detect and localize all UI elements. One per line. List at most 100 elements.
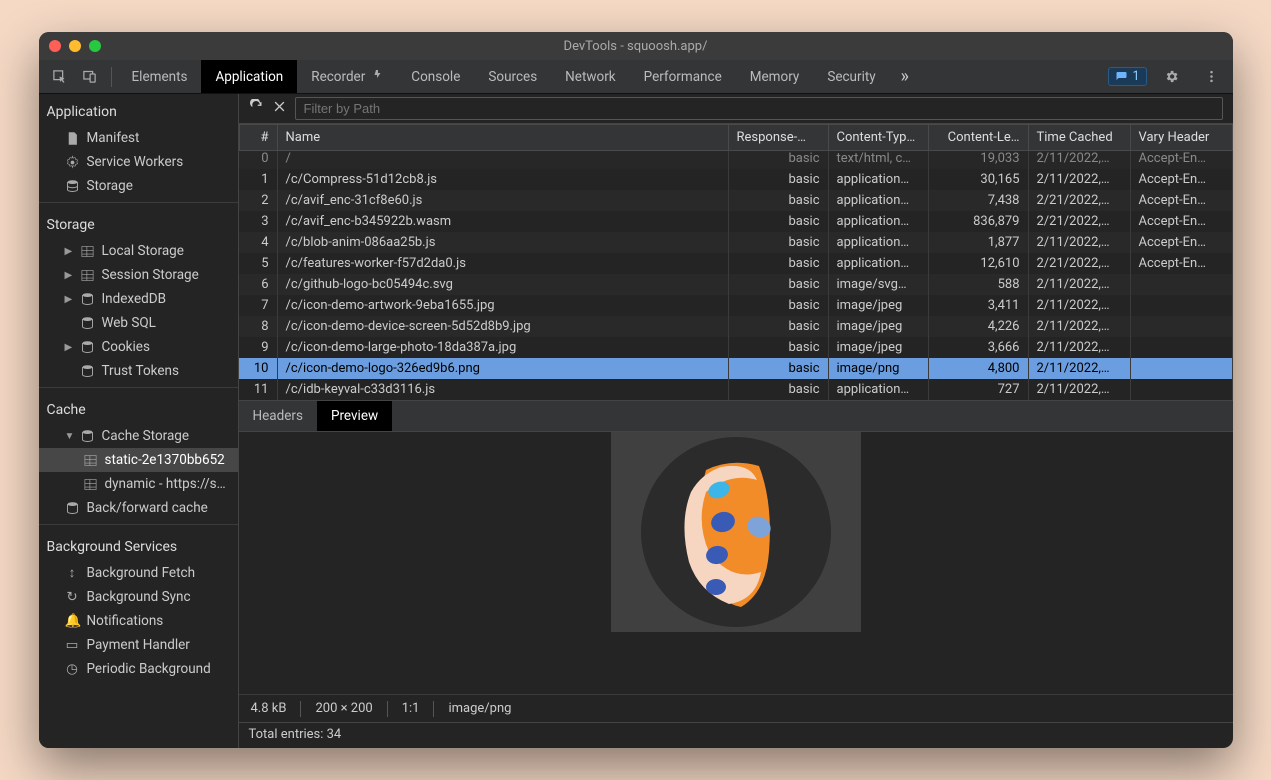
sidebar-item-bfcache[interactable]: Back/forward cache	[39, 496, 238, 520]
sidebar-item-background-fetch[interactable]: ↕Background Fetch	[39, 561, 238, 585]
column-header[interactable]: Content-Typ…	[828, 125, 928, 151]
table-row[interactable]: 1/c/Compress-51d12cb8.jsbasicapplication…	[239, 169, 1232, 190]
table-row[interactable]: 8/c/icon-demo-device-screen-5d52d8b9.jpg…	[239, 316, 1232, 337]
tab-memory[interactable]: Memory	[736, 60, 814, 93]
table-row[interactable]: 9/c/icon-demo-large-photo-18da387a.jpgba…	[239, 337, 1232, 358]
squoosh-logo-icon	[641, 437, 831, 627]
sidebar-item-indexeddb[interactable]: ▶IndexedDB	[39, 287, 238, 311]
sidebar-group-cache: Cache	[39, 392, 238, 424]
tab-elements[interactable]: Elements	[118, 60, 202, 93]
issues-icon	[1115, 71, 1128, 83]
preview-zoom: 1:1	[402, 701, 420, 716]
sidebar-item-cache-storage[interactable]: ▼Cache Storage	[39, 424, 238, 448]
sidebar-item-background-sync[interactable]: ↻Background Sync	[39, 585, 238, 609]
tab-network[interactable]: Network	[551, 60, 629, 93]
clear-icon[interactable]	[272, 99, 287, 118]
tab-sources[interactable]: Sources	[474, 60, 551, 93]
preview-area	[239, 432, 1233, 694]
table-row[interactable]: 4/c/blob-anim-086aa25b.jsbasicapplicatio…	[239, 232, 1232, 253]
tab-console[interactable]: Console	[397, 60, 474, 93]
preview-size: 4.8 kB	[251, 701, 287, 716]
settings-icon[interactable]	[1159, 64, 1185, 90]
detail-tabs: HeadersPreview	[239, 401, 1233, 432]
filter-bar	[239, 94, 1233, 124]
sidebar-item-payment-handler[interactable]: ▭Payment Handler	[39, 633, 238, 657]
column-header[interactable]: Response-…	[728, 125, 828, 151]
titlebar: DevTools - squoosh.app/	[39, 32, 1233, 60]
sidebar-item-session-storage[interactable]: ▶Session Storage	[39, 263, 238, 287]
table-row[interactable]: 5/c/features-worker-f57d2da0.jsbasicappl…	[239, 253, 1232, 274]
table-row[interactable]: 7/c/icon-demo-artwork-9eba1655.jpgbasici…	[239, 295, 1232, 316]
sidebar-item-cookies[interactable]: ▶Cookies	[39, 335, 238, 359]
tab-application[interactable]: Application	[201, 60, 297, 93]
sidebar-group-bg-services: Background Services	[39, 529, 238, 561]
sidebar-item-notifications[interactable]: 🔔Notifications	[39, 609, 238, 633]
column-header[interactable]: Name	[277, 125, 728, 151]
table-row[interactable]: 6/c/github-logo-bc05494c.svgbasicimage/s…	[239, 274, 1232, 295]
tab-recorder[interactable]: Recorder	[297, 60, 397, 93]
table-row[interactable]: 3/c/avif_enc-b345922b.wasmbasicapplicati…	[239, 211, 1232, 232]
table-row[interactable]: 0/basictext/html, c…19,0332/11/2022,…Acc…	[239, 151, 1232, 170]
sidebar-item-service-workers[interactable]: Service Workers	[39, 150, 238, 174]
file-icon	[65, 131, 80, 146]
refresh-icon[interactable]	[249, 99, 264, 118]
service-icon: 🔔	[65, 613, 80, 629]
zoom-window-icon[interactable]	[89, 40, 101, 52]
cache-detail-panel: #NameResponse-…Content-Typ…Content-Le…Ti…	[239, 94, 1233, 748]
tab-security[interactable]: Security	[813, 60, 889, 93]
application-sidebar: Application Manifest Service Workers Sto…	[39, 94, 239, 748]
table-icon	[83, 453, 98, 468]
database-icon	[65, 179, 80, 194]
detail-tab-headers[interactable]: Headers	[239, 401, 317, 431]
close-window-icon[interactable]	[49, 40, 61, 52]
database-icon	[80, 316, 95, 331]
table-icon	[80, 244, 95, 259]
service-icon: ↻	[65, 589, 80, 605]
sidebar-item-periodic-background[interactable]: ◷Periodic Background	[39, 657, 238, 681]
sidebar-item-storage[interactable]: Storage	[39, 174, 238, 198]
footer-status: Total entries: 34	[239, 722, 1233, 748]
issues-badge[interactable]: 1	[1108, 67, 1146, 86]
table-icon	[80, 268, 95, 283]
sidebar-item-web-sql[interactable]: Web SQL	[39, 311, 238, 335]
devtools-window: DevTools - squoosh.app/ ElementsApplicat…	[39, 32, 1233, 748]
detail-tab-preview[interactable]: Preview	[317, 401, 392, 431]
sidebar-item-trust-tokens[interactable]: Trust Tokens	[39, 359, 238, 383]
preview-mime: image/png	[448, 701, 511, 716]
filter-input[interactable]	[295, 97, 1223, 120]
device-toolbar-icon[interactable]	[77, 64, 103, 90]
database-icon	[80, 340, 95, 355]
column-header[interactable]: Time Cached	[1028, 125, 1130, 151]
minimize-window-icon[interactable]	[69, 40, 81, 52]
service-icon: ▭	[65, 637, 80, 653]
sidebar-group-storage: Storage	[39, 207, 238, 239]
top-toolbar: ElementsApplicationRecorderConsoleSource…	[39, 60, 1233, 94]
sidebar-item-cache-static[interactable]: static-2e1370bb652	[39, 448, 238, 472]
sidebar-item-local-storage[interactable]: ▶Local Storage	[39, 239, 238, 263]
window-title: DevTools - squoosh.app/	[39, 39, 1233, 54]
service-icon: ↕	[65, 565, 80, 581]
tab-performance[interactable]: Performance	[630, 60, 736, 93]
column-header[interactable]: Vary Header	[1130, 125, 1232, 151]
cache-entries-table: #NameResponse-…Content-Typ…Content-Le…Ti…	[239, 124, 1233, 401]
issues-count: 1	[1132, 69, 1139, 84]
kebab-menu-icon[interactable]	[1199, 64, 1225, 90]
panel-tabs: ElementsApplicationRecorderConsoleSource…	[118, 60, 890, 93]
service-icon: ◷	[65, 661, 80, 677]
table-icon	[83, 477, 98, 492]
more-panels-icon[interactable]: »	[892, 64, 918, 90]
preview-dimensions: 200 × 200	[315, 701, 372, 716]
preview-image-container	[611, 432, 861, 632]
table-row[interactable]: 2/c/avif_enc-31cf8e60.jsbasicapplication…	[239, 190, 1232, 211]
database-icon	[80, 429, 95, 444]
sidebar-item-manifest[interactable]: Manifest	[39, 126, 238, 150]
database-icon	[80, 364, 95, 379]
database-icon	[65, 501, 80, 516]
column-header[interactable]: #	[239, 125, 277, 151]
database-icon	[80, 292, 95, 307]
table-row[interactable]: 10/c/icon-demo-logo-326ed9b6.pngbasicima…	[239, 358, 1232, 379]
sidebar-item-cache-dynamic[interactable]: dynamic - https://s…	[39, 472, 238, 496]
inspect-element-icon[interactable]	[47, 64, 73, 90]
table-row[interactable]: 11/c/idb-keyval-c33d3116.jsbasicapplicat…	[239, 379, 1232, 400]
column-header[interactable]: Content-Le…	[928, 125, 1028, 151]
